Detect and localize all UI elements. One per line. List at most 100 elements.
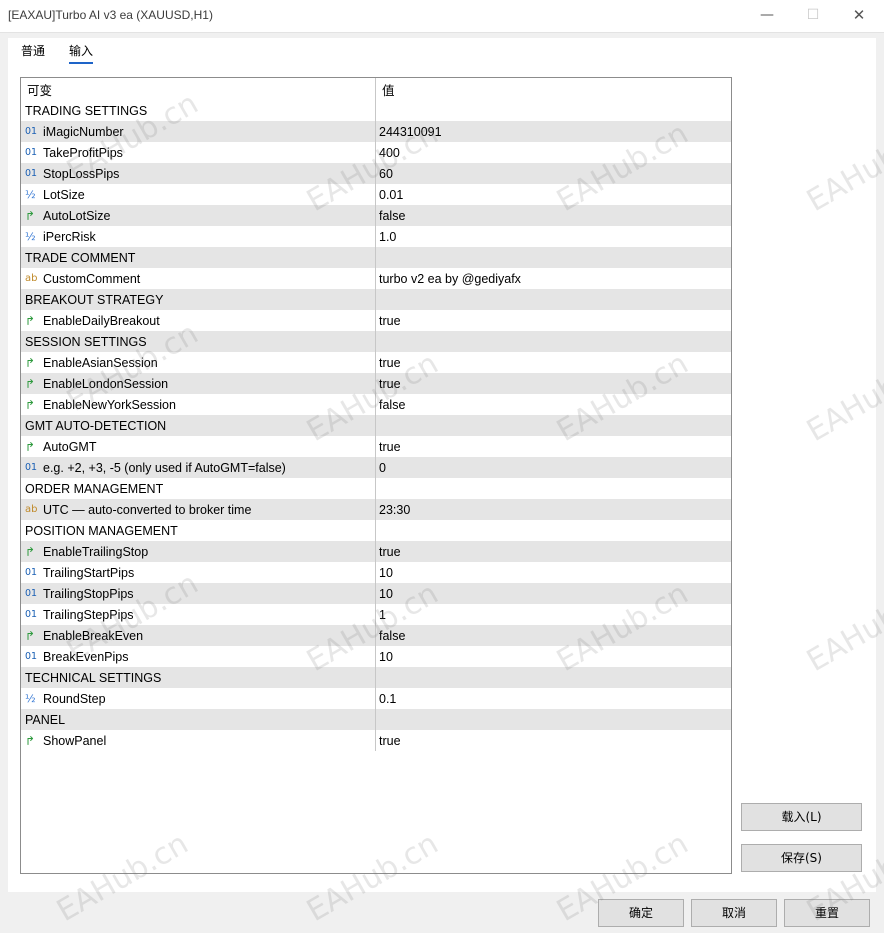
section-title: TRADE COMMENT [25,250,136,265]
parameter-row[interactable]: ↱ EnableAsianSession true [21,352,731,373]
boolean-type-icon: ↱ [25,313,36,328]
column-header-variable[interactable]: 可变 [21,78,376,100]
parameter-value[interactable]: 1.0 [376,226,731,247]
section-row[interactable]: PANEL [21,709,731,730]
section-row[interactable]: POSITION MANAGEMENT [21,520,731,541]
parameter-name: ab UTC — auto-converted to broker time [21,499,376,520]
parameter-name: ½ RoundStep [21,688,376,709]
parameter-value[interactable]: false [376,394,731,415]
parameter-label: EnableNewYorkSession [43,397,176,412]
parameter-value[interactable]: true [376,352,731,373]
parameter-label: EnableTrailingStop [43,544,149,559]
parameter-value[interactable]: turbo v2 ea by @gediyafx [376,268,731,289]
section-row[interactable]: TRADING SETTINGS [21,100,731,121]
save-button[interactable]: 保存(S) [741,844,862,872]
parameter-label: TakeProfitPips [43,145,123,160]
parameter-value[interactable]: 10 [376,583,731,604]
parameter-value[interactable]: true [376,541,731,562]
parameter-label: TrailingStopPips [43,586,134,601]
ok-button[interactable]: 确定 [598,899,684,927]
double-type-icon: ½ [25,230,36,243]
parameter-value[interactable]: false [376,625,731,646]
parameter-row[interactable]: ↱ AutoGMT true [21,436,731,457]
tab-inputs[interactable]: 输入 [69,42,93,59]
parameter-name: TECHNICAL SETTINGS [21,667,376,688]
parameter-value[interactable]: 0.01 [376,184,731,205]
section-row[interactable]: TRADE COMMENT [21,247,731,268]
integer-type-icon: 01 [25,168,38,179]
parameter-name: 01 TrailingStepPips [21,604,376,625]
parameter-row[interactable]: 01 TakeProfitPips 400 [21,142,731,163]
parameter-row[interactable]: 01 iMagicNumber 244310091 [21,121,731,142]
parameter-row[interactable]: ab CustomComment turbo v2 ea by @gediyafx [21,268,731,289]
section-title: GMT AUTO-DETECTION [25,418,167,433]
parameter-row[interactable]: ½ iPercRisk 1.0 [21,226,731,247]
parameter-name: ↱ EnableDailyBreakout [21,310,376,331]
section-row[interactable]: ORDER MANAGEMENT [21,478,731,499]
minimize-icon[interactable]: — [744,0,790,32]
maximize-icon[interactable]: ☐ [790,0,836,32]
parameter-label: ShowPanel [43,733,107,748]
parameter-name: ↱ AutoGMT [21,436,376,457]
parameter-row[interactable]: 01 TrailingStepPips 1 [21,604,731,625]
parameter-value[interactable]: true [376,730,731,751]
boolean-type-icon: ↱ [25,544,36,559]
parameter-value[interactable]: 0 [376,457,731,478]
section-row[interactable]: GMT AUTO-DETECTION [21,415,731,436]
parameter-label: TrailingStartPips [43,565,135,580]
cancel-button[interactable]: 取消 [691,899,777,927]
parameter-value[interactable]: 1 [376,604,731,625]
parameter-row[interactable]: ↱ EnableTrailingStop true [21,541,731,562]
parameter-value[interactable]: 60 [376,163,731,184]
window-title: [EAXAU]Turbo AI v3 ea (XAUUSD,H1) [8,8,213,22]
parameter-name: ↱ AutoLotSize [21,205,376,226]
load-button[interactable]: 载入(L) [741,803,862,831]
parameter-value[interactable]: 23:30 [376,499,731,520]
parameter-value [376,667,731,688]
parameter-value [376,709,731,730]
parameter-value[interactable]: 244310091 [376,121,731,142]
tab-general[interactable]: 普通 [21,42,45,59]
parameter-label: StopLossPips [43,166,120,181]
parameter-value[interactable]: true [376,373,731,394]
parameter-name: 01 TrailingStartPips [21,562,376,583]
parameter-row[interactable]: ½ LotSize 0.01 [21,184,731,205]
parameter-row[interactable]: ↱ EnableLondonSession true [21,373,731,394]
parameter-row[interactable]: ↱ EnableBreakEven false [21,625,731,646]
parameter-value[interactable]: 10 [376,646,731,667]
reset-button[interactable]: 重置 [784,899,870,927]
parameter-row[interactable]: ↱ EnableNewYorkSession false [21,394,731,415]
parameter-value[interactable]: true [376,436,731,457]
parameter-label: CustomComment [43,271,141,286]
parameter-row[interactable]: ↱ ShowPanel true [21,730,731,751]
section-row[interactable]: SESSION SETTINGS [21,331,731,352]
parameter-value[interactable]: true [376,310,731,331]
parameter-value [376,520,731,541]
parameter-row[interactable]: ab UTC — auto-converted to broker time 23:… [21,499,731,520]
parameter-label: EnableBreakEven [43,628,144,643]
parameter-row[interactable]: 01 TrailingStartPips 10 [21,562,731,583]
close-icon[interactable]: ✕ [836,0,882,32]
parameter-name: ↱ EnableTrailingStop [21,541,376,562]
parameter-name: 01 TrailingStopPips [21,583,376,604]
parameter-name: SESSION SETTINGS [21,331,376,352]
parameter-value[interactable]: 0.1 [376,688,731,709]
column-header-value[interactable]: 值 [376,78,731,100]
parameter-row[interactable]: 01 StopLossPips 60 [21,163,731,184]
parameter-row[interactable]: ↱ AutoLotSize false [21,205,731,226]
section-row[interactable]: BREAKOUT STRATEGY [21,289,731,310]
parameter-label: EnableDailyBreakout [43,313,160,328]
parameter-name: POSITION MANAGEMENT [21,520,376,541]
parameter-row[interactable]: 01 BreakEvenPips 10 [21,646,731,667]
boolean-type-icon: ↱ [25,355,36,370]
parameter-row[interactable]: 01 e.g. +2, +3, -5 (only used if AutoGMT=… [21,457,731,478]
parameter-value[interactable]: false [376,205,731,226]
parameter-row[interactable]: ↱ EnableDailyBreakout true [21,310,731,331]
parameter-row[interactable]: ½ RoundStep 0.1 [21,688,731,709]
parameter-label: iMagicNumber [43,124,124,139]
parameter-value[interactable]: 10 [376,562,731,583]
section-row[interactable]: TECHNICAL SETTINGS [21,667,731,688]
parameter-value[interactable]: 400 [376,142,731,163]
parameter-name: ab CustomComment [21,268,376,289]
parameter-row[interactable]: 01 TrailingStopPips 10 [21,583,731,604]
